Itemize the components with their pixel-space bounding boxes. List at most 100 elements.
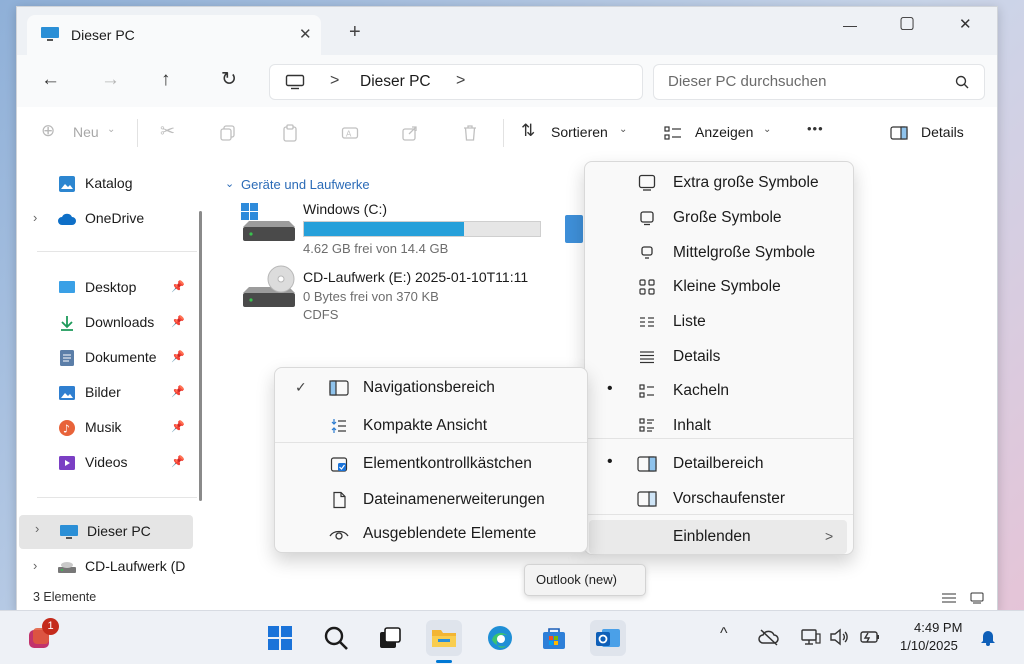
address-bar[interactable]: > Dieser PC >	[269, 64, 643, 100]
view-menu-item-kacheln[interactable]: • Kacheln	[589, 374, 847, 408]
close-window-button[interactable]: ✕	[959, 15, 972, 33]
edge-button[interactable]	[482, 620, 518, 656]
more-options-button[interactable]: •••	[807, 121, 824, 136]
search-button[interactable]	[318, 620, 354, 656]
view-menu-item-vorschaufenster[interactable]: Vorschaufenster	[589, 482, 847, 516]
sidebar-item-bilder[interactable]: Bilder 📌	[17, 378, 197, 408]
search-icon	[954, 74, 970, 90]
menu-item-label: Elementkontrollkästchen	[363, 455, 532, 472]
chevron-right-icon: >	[825, 528, 834, 544]
tab-close-button[interactable]: ✕	[299, 25, 312, 43]
view-menu-item-große-symbole[interactable]: Große Symbole	[589, 201, 847, 235]
search-box[interactable]: Dieser PC durchsuchen	[653, 64, 985, 100]
view-menu-item-mittelgroße-symbole[interactable]: Mittelgroße Symbole	[589, 236, 847, 270]
network-icon[interactable]	[800, 627, 822, 647]
back-button[interactable]: ←	[41, 69, 60, 91]
tab-dieser-pc[interactable]: Dieser PC ✕	[27, 15, 321, 55]
sidebar-scrollbar[interactable]	[199, 211, 202, 501]
copilot-button[interactable]: 1	[22, 618, 59, 656]
details-pane-toggle[interactable]: Details	[885, 121, 977, 145]
show-menu-item-navigationsbereich[interactable]: ✓ Navigationsbereich	[279, 371, 581, 405]
new-button[interactable]: ⊕ Neu ⌄	[37, 121, 121, 145]
breadcrumb-separator: >	[330, 72, 340, 89]
view-menu-item-liste[interactable]: Liste	[589, 305, 847, 339]
hard-drive-icon	[241, 201, 295, 243]
outlook-button[interactable]	[590, 620, 626, 656]
volume-icon[interactable]	[828, 627, 850, 647]
chevron-right-icon: ›	[33, 558, 38, 573]
up-button[interactable]: ↑	[161, 69, 171, 91]
cloud-offline-icon[interactable]	[758, 627, 780, 647]
cut-icon[interactable]: ✂	[160, 121, 175, 142]
pin-icon[interactable]: 📌	[171, 350, 185, 363]
details-layout-icon[interactable]	[941, 590, 957, 606]
show-hidden-icons-button[interactable]: ^	[720, 625, 728, 643]
sidebar-item-videos[interactable]: Videos 📌	[17, 448, 197, 478]
refresh-button[interactable]: ↻	[221, 68, 237, 91]
start-button[interactable]	[262, 620, 298, 656]
share-icon[interactable]	[399, 123, 421, 143]
sidebar-item-musik[interactable]: ♪ Musik 📌	[17, 413, 197, 443]
chevron-down-icon: ⌄	[619, 124, 628, 135]
view-menu-item-einblenden[interactable]: Einblenden >	[589, 520, 847, 554]
sidebar-item-cd-laufwerk[interactable]: › CD-Laufwerk (D	[17, 552, 197, 582]
minimize-button[interactable]: —	[843, 17, 857, 33]
file-explorer-taskbar-button[interactable]	[426, 620, 462, 663]
task-view-button[interactable]	[372, 620, 408, 656]
sidebar-item-downloads[interactable]: Downloads 📌	[17, 308, 197, 338]
rename-icon[interactable]: A	[339, 123, 361, 143]
sidebar-item-onedrive[interactable]: › OneDrive	[17, 204, 197, 234]
clock-date[interactable]: 1/10/2025	[900, 638, 958, 653]
sidebar-item-katalog[interactable]: Katalog	[17, 169, 197, 199]
breadcrumb-location[interactable]: Dieser PC	[360, 73, 431, 91]
view-menu-item-details[interactable]: Details	[589, 340, 847, 374]
sidebar-item-dokumente[interactable]: Dokumente 📌	[17, 343, 197, 373]
copy-icon[interactable]	[217, 123, 239, 143]
sidebar-item-label: Downloads	[85, 314, 155, 330]
delete-icon[interactable]	[459, 123, 481, 143]
video-icon	[57, 453, 77, 473]
menu-item-label: Inhalt	[673, 417, 711, 434]
view-menu-item-extra-große-symbole[interactable]: Extra große Symbole	[589, 166, 847, 200]
view-menu-item-detailbereich[interactable]: • Detailbereich	[589, 447, 847, 481]
view-menu-item-kleine-symbole[interactable]: Kleine Symbole	[589, 270, 847, 304]
sidebar-item-label: Dokumente	[85, 349, 157, 365]
show-menu-item-elementkontrollkästchen[interactable]: Elementkontrollkästchen	[279, 447, 581, 481]
chevron-down-icon: ⌄	[225, 178, 235, 190]
menu-item-label: Ausgeblendete Elemente	[363, 525, 537, 542]
desktop-icon	[57, 278, 77, 298]
battery-icon[interactable]	[858, 627, 882, 647]
clock-time[interactable]: 4:49 PM	[914, 620, 962, 635]
menu-separator	[585, 438, 853, 439]
partial-drive-icon	[565, 215, 583, 243]
sidebar-item-desktop[interactable]: Desktop 📌	[17, 273, 197, 303]
show-menu-item-ausgeblendete-elemente[interactable]: Ausgeblendete Elemente	[279, 517, 581, 551]
sidebar-item-dieser-pc[interactable]: › Dieser PC	[19, 515, 193, 549]
paste-icon[interactable]	[279, 123, 301, 143]
sidebar-item-label: Desktop	[85, 279, 137, 295]
breadcrumb-expand-chevron[interactable]: >	[456, 72, 465, 90]
sort-icon: ⇅	[521, 121, 536, 140]
forward-button[interactable]: →	[101, 69, 120, 91]
pin-icon[interactable]: 📌	[171, 455, 185, 468]
show-menu-item-kompakte-ansicht[interactable]: Kompakte Ansicht	[279, 409, 581, 443]
pc-outline-icon	[284, 73, 306, 91]
view-button[interactable]: Anzeigen ⌄	[661, 121, 777, 145]
pin-icon[interactable]: 📌	[171, 385, 185, 398]
drive-tile-windows[interactable]: Windows (C:) 4.62 GB frei von 14.4 GB	[241, 201, 561, 257]
maximize-button[interactable]: ▢	[899, 13, 915, 33]
show-menu-item-dateinamenerweiterungen[interactable]: Dateinamenerweiterungen	[279, 483, 581, 517]
drive-tile-cd[interactable]: CD-Laufwerk (E:) 2025-01-10T11:11 0 Byte…	[241, 265, 571, 327]
file-extension-icon	[329, 490, 349, 510]
new-tab-button[interactable]: +	[349, 21, 361, 44]
sort-button[interactable]: ⇅ Sortieren ⌄	[519, 121, 631, 145]
pin-icon[interactable]: 📌	[171, 420, 185, 433]
view-menu: Extra große Symbole Große Symbole Mittelgr…	[584, 161, 854, 555]
pin-icon[interactable]: 📌	[171, 280, 185, 293]
menu-item-label: Einblenden	[673, 528, 751, 545]
notification-bell-icon[interactable]	[978, 627, 998, 647]
pin-icon[interactable]: 📌	[171, 315, 185, 328]
store-button[interactable]	[536, 620, 572, 656]
large-icons-layout-icon[interactable]	[969, 590, 985, 606]
selected-bullet-icon: •	[607, 453, 613, 470]
